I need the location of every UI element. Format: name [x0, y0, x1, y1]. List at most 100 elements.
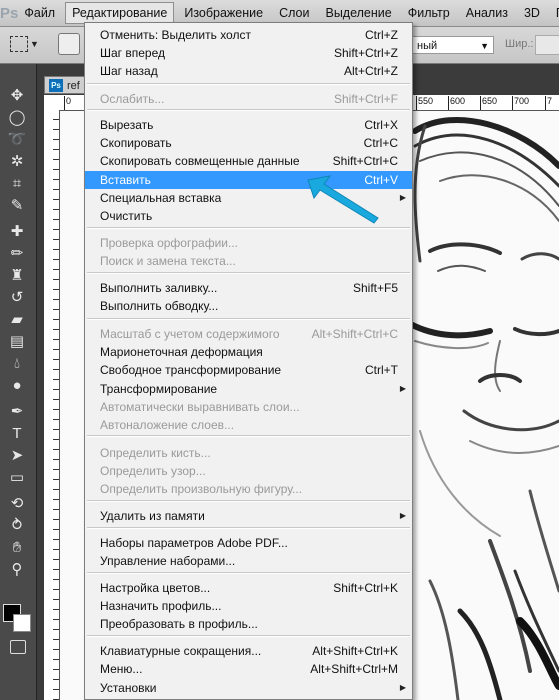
- style-select[interactable]: ный ▼: [412, 36, 494, 54]
- photoshop-logo: Ps: [0, 4, 19, 22]
- menu-item[interactable]: Шаг назад Alt+Ctrl+Z: [85, 62, 412, 80]
- background-color-swatch[interactable]: [13, 614, 31, 632]
- quick-mask-icon[interactable]: [10, 640, 26, 654]
- menu-item[interactable]: Установки ▶: [85, 679, 412, 697]
- menu-item[interactable]: Свободное трансформирование Ctrl+T: [85, 361, 412, 379]
- history-brush-icon[interactable]: ↺: [6, 288, 28, 308]
- new-selection-button[interactable]: [58, 33, 80, 55]
- menu-item[interactable]: Назначить профиль...: [85, 597, 412, 615]
- gradient-icon[interactable]: ▤: [6, 332, 28, 352]
- menu-item[interactable]: Вырезать Ctrl+X: [85, 116, 412, 134]
- lasso-icon[interactable]: ➰: [6, 130, 28, 150]
- menu-item-label: Настройка цветов...: [100, 581, 211, 595]
- menu-image[interactable]: Изображение: [178, 3, 269, 23]
- menu-item-shortcut: Shift+Ctrl+Z: [333, 46, 398, 60]
- menu-layers[interactable]: Слои: [273, 3, 315, 23]
- menu-item-label: Удалить из памяти: [100, 509, 205, 523]
- menu-item-label: Шаг назад: [100, 64, 158, 78]
- toolbox: ✥ ◯ ➰ ✲ ⌗ ✎ ✚ ✏ ♜ ↺ ▰ ▤ 💧︎ ● ✒ T ➤ ▭ ⟲ ⥁…: [0, 64, 37, 700]
- menu-item[interactable]: Меню... Alt+Shift+Ctrl+M: [85, 660, 412, 678]
- menu-edit[interactable]: Редактирование: [65, 2, 175, 24]
- menu-item-label: Управление наборами...: [100, 554, 236, 568]
- menu-view[interactable]: Пр: [550, 3, 559, 23]
- pen-icon[interactable]: ✒: [6, 402, 28, 422]
- menu-item-label: Выполнить обводку...: [100, 299, 219, 313]
- chevron-down-icon[interactable]: ▼: [30, 39, 39, 49]
- path-select-icon[interactable]: ➤: [6, 446, 28, 466]
- menu-item[interactable]: Удалить из памяти ▶: [85, 507, 412, 525]
- ellipse-marquee-icon[interactable]: ◯: [6, 108, 28, 128]
- menu-item-label: Проверка орфографии...: [100, 236, 238, 250]
- menu-item-shortcut: Ctrl+Z: [365, 28, 398, 42]
- pointer-arrow-annotation: [307, 175, 379, 224]
- menu-item-label: Марионеточная деформация: [100, 345, 263, 359]
- clone-stamp-icon[interactable]: ♜: [6, 266, 28, 286]
- healing-icon[interactable]: ✚: [6, 222, 28, 242]
- menu-separator: [87, 500, 410, 502]
- type-icon[interactable]: T: [6, 424, 28, 444]
- menu-item-label: Клавиатурные сокращения...: [100, 644, 262, 658]
- menu-item-label: Наборы параметров Adobe PDF...: [100, 536, 288, 550]
- menu-item[interactable]: Отменить: Выделить холст Ctrl+Z: [85, 26, 412, 44]
- menu-item-label: Очистить: [100, 209, 153, 223]
- menu-item[interactable]: Управление наборами...: [85, 552, 412, 570]
- menu-item[interactable]: Трансформирование ▶: [85, 380, 412, 398]
- menu-item[interactable]: Выполнить обводку...: [85, 297, 412, 315]
- ps-file-icon: Ps: [49, 79, 63, 92]
- menu-item[interactable]: Наборы параметров Adobe PDF...: [85, 534, 412, 552]
- menu-item-shortcut: Alt+Shift+Ctrl+C: [311, 327, 398, 341]
- width-label: Шир.:: [505, 38, 534, 50]
- menu-item-shortcut: Ctrl+X: [364, 118, 398, 132]
- dodge-icon[interactable]: ●: [6, 376, 28, 396]
- menu-item[interactable]: Скопировать Ctrl+C: [85, 134, 412, 152]
- menu-item-label: Автоматически выравнивать слои...: [100, 400, 300, 414]
- rectangle-icon[interactable]: ▭: [6, 468, 28, 488]
- eraser-icon[interactable]: ▰: [6, 310, 28, 330]
- menu-item: Определить произвольную фигуру...: [85, 480, 412, 498]
- eyedropper-icon[interactable]: ✎: [6, 196, 28, 216]
- menu-item: Автоматически выравнивать слои...: [85, 398, 412, 416]
- crop-icon[interactable]: ⌗: [6, 174, 28, 194]
- menu-item: Автоналожение слоев...: [85, 416, 412, 434]
- menu-separator: [87, 83, 410, 85]
- menu-item-label: Отменить: Выделить холст: [100, 28, 251, 42]
- menu-item: Определить кисть...: [85, 444, 412, 462]
- menu-item[interactable]: Марионеточная деформация: [85, 343, 412, 361]
- vertical-ruler: [44, 110, 60, 700]
- menu-item[interactable]: Скопировать совмещенные данные Shift+Ctrl…: [85, 152, 412, 170]
- menu-item[interactable]: Выполнить заливку... Shift+F5: [85, 279, 412, 297]
- menu-3d[interactable]: 3D: [518, 3, 546, 23]
- 3d-orbit-icon[interactable]: ⥁: [6, 516, 28, 536]
- menu-separator: [87, 635, 410, 637]
- menu-analysis[interactable]: Анализ: [460, 3, 514, 23]
- menu-item-shortcut: Shift+Ctrl+C: [332, 154, 398, 168]
- menu-item-shortcut: Ctrl+C: [363, 136, 398, 150]
- menu-item[interactable]: Преобразовать в профиль...: [85, 615, 412, 633]
- menu-item-label: Меню...: [100, 662, 143, 676]
- menu-item[interactable]: Клавиатурные сокращения... Alt+Shift+Ctrl…: [85, 642, 412, 660]
- width-field[interactable]: [535, 35, 559, 55]
- quick-select-icon[interactable]: ✲: [6, 152, 28, 172]
- menu-select[interactable]: Выделение: [319, 3, 397, 23]
- zoom-icon[interactable]: ⚲: [6, 560, 28, 580]
- menu-item-shortcut: Shift+Ctrl+K: [333, 581, 398, 595]
- menu-item[interactable]: Настройка цветов... Shift+Ctrl+K: [85, 579, 412, 597]
- 3d-rotate-icon[interactable]: ⟲: [6, 494, 28, 514]
- ruler-label: 7: [544, 96, 553, 110]
- menu-item-label: Установки: [100, 681, 157, 695]
- chevron-down-icon: ▼: [480, 41, 489, 51]
- move-icon[interactable]: ✥: [6, 86, 28, 106]
- hand-icon[interactable]: ✋︎: [6, 538, 28, 558]
- menu-item[interactable]: Шаг вперед Shift+Ctrl+Z: [85, 44, 412, 62]
- marquee-preset-icon[interactable]: [10, 36, 28, 52]
- menu-separator: [87, 435, 410, 437]
- menu-separator: [87, 109, 410, 111]
- menu-item-label: Вырезать: [100, 118, 154, 132]
- menu-file[interactable]: Файл: [18, 3, 61, 23]
- blur-icon[interactable]: 💧︎: [6, 354, 28, 374]
- menu-item-label: Трансформирование: [100, 382, 218, 396]
- menu-item: Определить узор...: [85, 462, 412, 480]
- brush-icon[interactable]: ✏: [6, 244, 28, 264]
- menu-filter[interactable]: Фильтр: [402, 3, 456, 23]
- menu-separator: [87, 318, 410, 320]
